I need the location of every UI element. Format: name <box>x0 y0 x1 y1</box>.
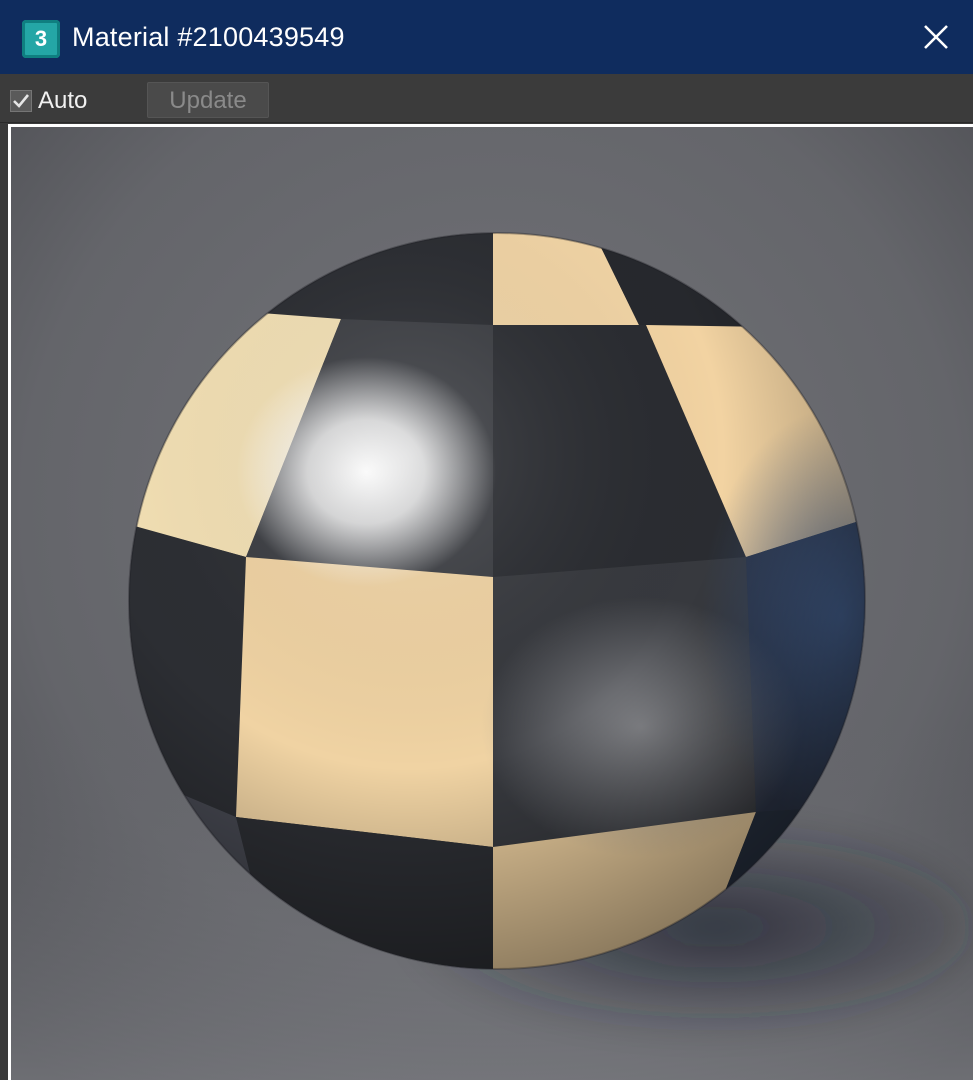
material-preview-viewport[interactable] <box>8 124 973 1080</box>
toolbar <box>0 74 973 123</box>
title-bar[interactable]: 3 Material #2100439549 <box>0 0 973 74</box>
auto-label: Auto <box>38 87 88 114</box>
auto-checkbox-group[interactable]: Auto <box>10 88 87 114</box>
material-preview-window: 3 Material #2100439549 Auto Update <box>0 0 973 1080</box>
close-button[interactable] <box>915 16 957 58</box>
update-button[interactable]: Update <box>147 82 269 118</box>
app-icon-glyph: 3 <box>34 26 48 51</box>
preview-render <box>11 127 973 1080</box>
auto-checkbox[interactable] <box>10 90 32 112</box>
3dsmax-app-icon: 3 <box>22 20 60 58</box>
checkmark-icon <box>13 94 30 108</box>
window-title: Material #2100439549 <box>72 22 345 52</box>
close-icon <box>924 25 948 49</box>
